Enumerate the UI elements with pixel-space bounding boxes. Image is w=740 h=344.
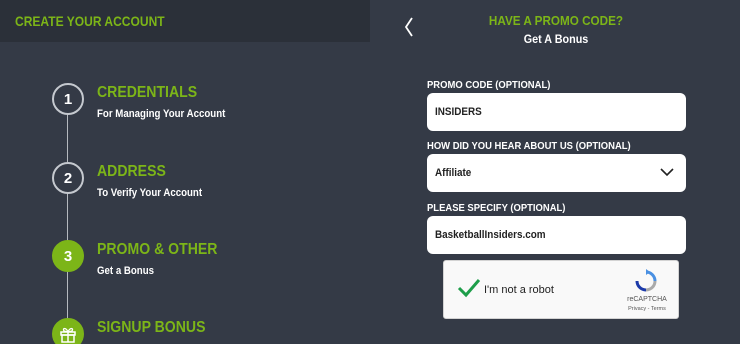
steps-timeline-line [67,99,68,344]
recaptcha-brand: reCAPTCHA [627,296,667,303]
back-button[interactable] [404,16,414,45]
page-title: CREATE YOUR ACCOUNT [15,13,165,29]
recaptcha-widget: I'm not a robot reCAPTCHA Privacy - Term… [443,260,679,319]
steps-header: CREATE YOUR ACCOUNT [0,0,370,42]
step-3-subtitle: Get a Bonus [97,265,155,277]
promo-heading: HAVE A PROMO CODE? [488,13,624,28]
step-1-number: 1 [63,90,73,108]
specify-input[interactable]: BasketballInsiders.com [427,216,686,254]
checkmark-icon[interactable] [456,277,482,299]
gift-icon [60,327,76,343]
step-3-circle: 3 [52,240,84,272]
step-4-circle [52,318,84,344]
referral-source-label: HOW DID YOU HEAR ABOUT US (OPTIONAL) [427,140,631,152]
chevron-left-icon [404,17,413,37]
step-4-title: SIGNUP BONUS [97,319,206,336]
referral-source-select[interactable]: Affiliate [427,154,686,192]
step-2-title: ADDRESS [97,163,166,180]
promo-subheading: Get A Bonus [523,32,589,46]
chevron-down-icon [660,168,674,177]
step-1-circle: 1 [52,83,84,115]
step-1-title: CREDENTIALS [97,84,198,101]
recaptcha-logo-icon [635,269,657,292]
step-3-title: PROMO & OTHER [97,241,218,258]
step-2-circle: 2 [52,162,84,194]
specify-label: PLEASE SPECIFY (OPTIONAL) [427,202,566,214]
steps-panel: CREATE YOUR ACCOUNT 1 CREDENTIALS For Ma… [0,0,370,344]
promo-code-input[interactable]: INSIDERS [427,93,686,131]
step-1-subtitle: For Managing Your Account [97,108,226,120]
referral-source-value: Affiliate [435,167,472,179]
promo-code-value: INSIDERS [435,106,482,118]
step-2-subtitle: To Verify Your Account [97,187,203,199]
captcha-label: I'm not a robot [484,284,554,296]
promo-code-label: PROMO CODE (OPTIONAL) [427,79,551,91]
recaptcha-links[interactable]: Privacy - Terms [622,306,672,312]
step-2-number: 2 [63,169,73,187]
step-3-number: 3 [63,247,73,265]
specify-value: BasketballInsiders.com [435,229,546,241]
